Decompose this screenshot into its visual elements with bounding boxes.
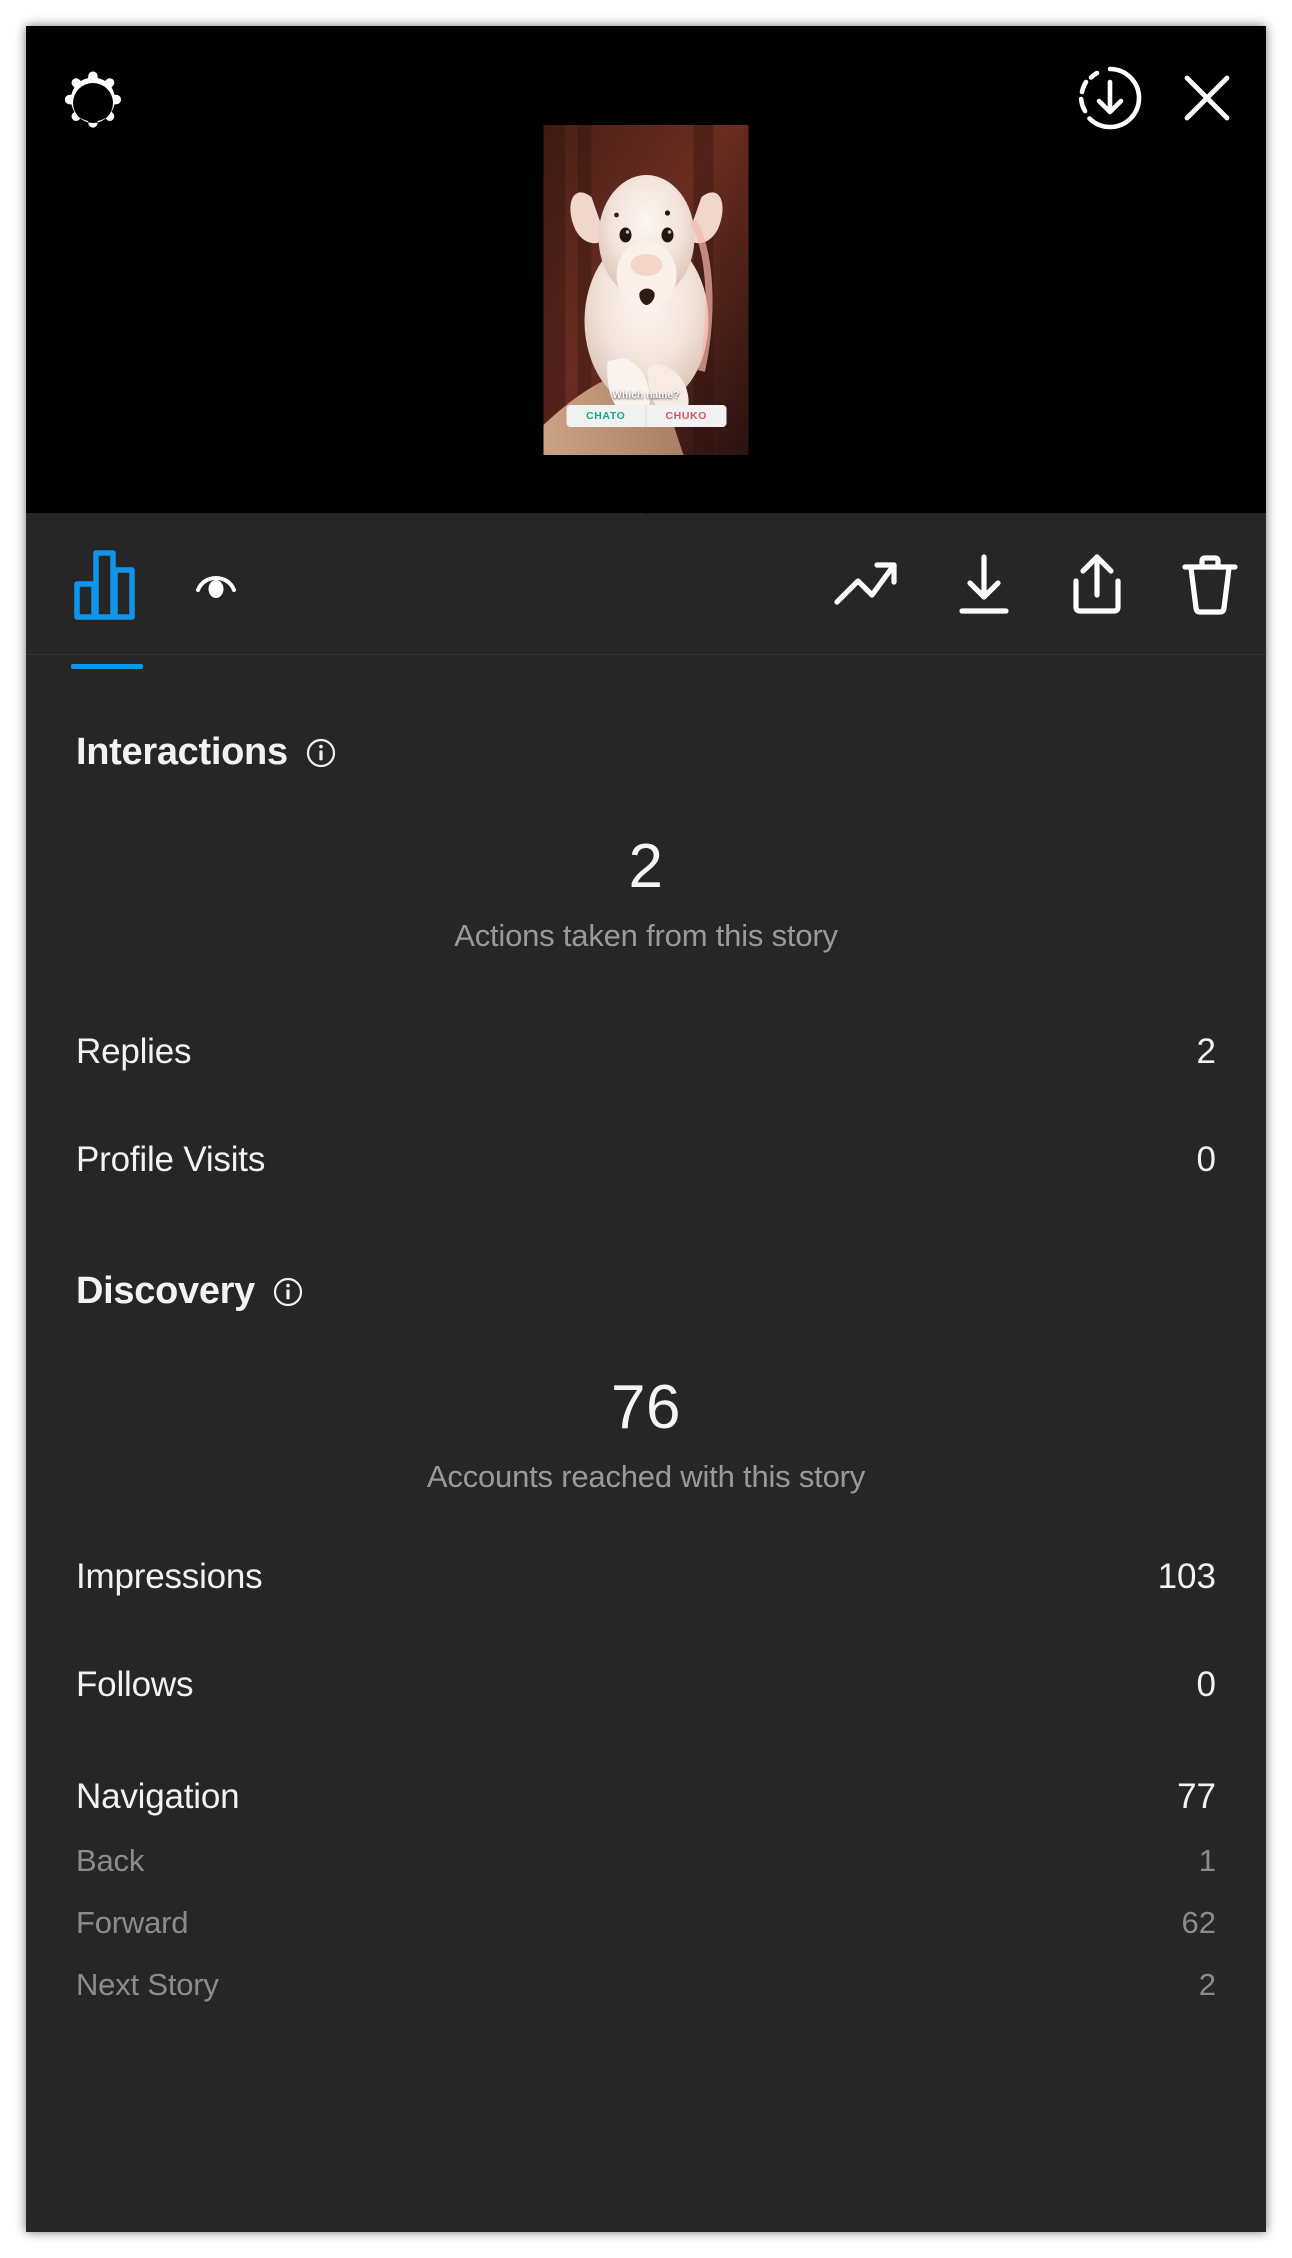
download-story-button[interactable] (1076, 64, 1144, 132)
tab-viewers[interactable] (194, 564, 238, 604)
metric-row-nav-back: Back 1 (76, 1843, 1216, 1879)
metric-row-impressions: Impressions 103 (76, 1557, 1216, 1597)
toolbar-tabs (71, 548, 238, 669)
interactions-title: Interactions (76, 731, 288, 773)
replies-label: Replies (76, 1032, 192, 1071)
trash-icon (1182, 554, 1238, 615)
discovery-hero-value: 76 (611, 1373, 681, 1442)
tab-active-indicator (71, 663, 143, 669)
navigation-value: 77 (1177, 1777, 1216, 1816)
metric-row-navigation: Navigation 77 (76, 1777, 1216, 1817)
download-circle-icon (1078, 66, 1142, 130)
settings-button[interactable] (56, 66, 130, 140)
impressions-value: 103 (1157, 1557, 1216, 1596)
info-circle-icon[interactable] (273, 1277, 303, 1307)
poll-question: Which name? (612, 390, 680, 401)
metric-row-nav-next-story: Next Story 2 (76, 1967, 1216, 2003)
bar-chart-icon (74, 549, 135, 620)
gear-icon (64, 71, 121, 128)
toolbar-actions (832, 551, 1240, 617)
navigation-label: Navigation (76, 1777, 240, 1816)
metric-row-replies: Replies 2 (76, 1032, 1216, 1072)
story-insights-screen: Which name? CHATO CHUKO Interactions 2 A… (26, 26, 1266, 2232)
discovery-hero: 76 Accounts reached with this story (76, 1377, 1216, 1495)
impressions-label: Impressions (76, 1557, 263, 1596)
metric-row-nav-forward: Forward 62 (76, 1905, 1216, 1941)
profile-visits-label: Profile Visits (76, 1140, 266, 1179)
sheet-notch (614, 489, 678, 514)
nav-forward-value: 62 (1181, 1905, 1216, 1940)
download-icon (959, 553, 1009, 614)
nav-next-story-label: Next Story (76, 1967, 219, 2002)
trending-up-icon (834, 561, 897, 605)
discovery-title: Discovery (76, 1270, 255, 1312)
interactions-hero-caption: Actions taken from this story (454, 918, 838, 953)
interactions-section: Interactions 2 Actions taken from this s… (26, 655, 1266, 1180)
delete-button[interactable] (1180, 551, 1240, 617)
close-button[interactable] (1174, 65, 1240, 131)
interactions-header: Interactions (76, 655, 1216, 774)
close-x-icon (1184, 75, 1230, 121)
tab-insights[interactable] (71, 548, 143, 669)
interactions-hero: 2 Actions taken from this story (76, 836, 1216, 954)
info-circle-icon[interactable] (306, 738, 336, 768)
metric-row-follows: Follows 0 (76, 1665, 1216, 1705)
follows-value: 0 (1196, 1665, 1216, 1704)
poll-options: CHATO CHUKO (566, 405, 726, 427)
header-actions (1076, 64, 1240, 132)
nav-back-value: 1 (1198, 1843, 1216, 1878)
poll-sticker: Which name? CHATO CHUKO (566, 390, 726, 427)
discovery-header: Discovery (76, 1270, 1216, 1313)
share-up-icon (1073, 553, 1121, 614)
profile-visits-value: 0 (1196, 1140, 1216, 1179)
eye-icon (196, 575, 236, 598)
story-thumbnail[interactable]: Which name? CHATO CHUKO (543, 125, 749, 455)
follows-label: Follows (76, 1665, 194, 1704)
discovery-hero-caption: Accounts reached with this story (426, 1459, 866, 1494)
story-preview-area: Which name? CHATO CHUKO (26, 26, 1266, 514)
poll-option-b: CHUKO (665, 410, 707, 422)
discovery-section: Discovery 76 Accounts reached with this … (26, 1270, 1266, 2003)
share-button[interactable] (1066, 551, 1128, 617)
insights-toolbar (26, 513, 1266, 669)
nav-back-label: Back (76, 1843, 145, 1878)
insights-sheet: Interactions 2 Actions taken from this s… (26, 513, 1266, 2232)
save-button[interactable] (954, 551, 1014, 617)
promote-button[interactable] (832, 556, 902, 612)
replies-value: 2 (1196, 1032, 1216, 1071)
interactions-hero-value: 2 (628, 832, 664, 901)
nav-forward-label: Forward (76, 1905, 189, 1940)
nav-next-story-value: 2 (1198, 1967, 1216, 2002)
metric-row-profile-visits: Profile Visits 0 (76, 1140, 1216, 1180)
poll-option-a: CHATO (566, 405, 647, 427)
